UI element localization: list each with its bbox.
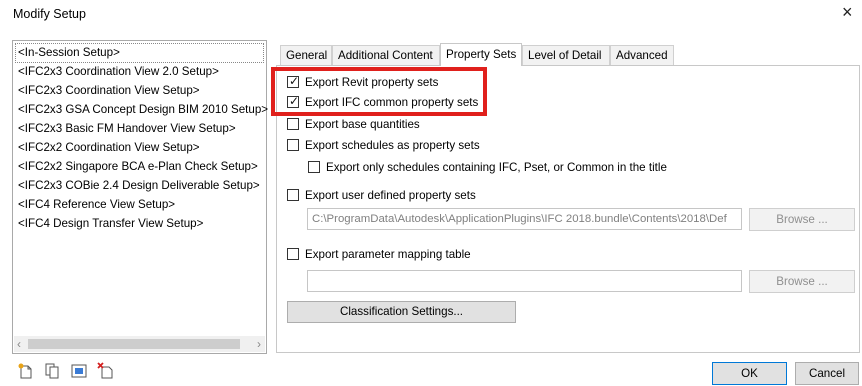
close-icon[interactable]: ×: [842, 2, 858, 22]
export-param-mapping-label: Export parameter mapping table: [305, 248, 471, 261]
export-base-quantities-checkbox[interactable]: [287, 118, 299, 130]
tab-additional-content[interactable]: Additional Content: [332, 45, 440, 65]
scrollbar-thumb[interactable]: [28, 339, 240, 349]
export-base-quantities-label: Export base quantities: [305, 118, 420, 131]
export-only-schedules-checkbox[interactable]: [308, 161, 320, 173]
setup-item[interactable]: <IFC2x3 Coordination View Setup>: [16, 82, 200, 100]
setup-item[interactable]: <IFC2x2 Singapore BCA e-Plan Check Setup…: [16, 158, 258, 176]
scroll-right-icon[interactable]: ›: [257, 337, 261, 351]
setup-item[interactable]: <IFC4 Design Transfer View Setup>: [16, 215, 203, 233]
export-schedules-checkbox[interactable]: [287, 139, 299, 151]
new-setup-icon[interactable]: [17, 362, 35, 380]
horizontal-scrollbar[interactable]: ‹ ›: [14, 336, 265, 352]
setup-item[interactable]: <IFC2x3 COBie 2.4 Design Deliverable Set…: [16, 177, 260, 195]
ok-button[interactable]: OK: [712, 362, 787, 385]
setup-item[interactable]: <IFC4 Reference View Setup>: [16, 196, 175, 214]
mapping-table-path-field[interactable]: [307, 270, 742, 292]
tab-level-of-detail[interactable]: Level of Detail: [522, 45, 610, 65]
export-only-schedules-option[interactable]: Export only schedules containing IFC, Ps…: [308, 160, 667, 176]
setup-item[interactable]: <IFC2x3 Basic FM Handover View Setup>: [16, 120, 236, 138]
export-user-defined-label: Export user defined property sets: [305, 189, 476, 202]
browse-mapping-button[interactable]: Browse ...: [749, 270, 855, 293]
delete-setup-icon[interactable]: [97, 362, 115, 380]
tab-property-sets[interactable]: Property Sets: [440, 43, 522, 66]
export-schedules-label: Export schedules as property sets: [305, 139, 480, 152]
browse-user-defined-button[interactable]: Browse ...: [749, 208, 855, 231]
scroll-left-icon[interactable]: ‹: [17, 337, 21, 351]
export-base-quantities-option[interactable]: Export base quantities: [287, 117, 420, 133]
classification-settings-button[interactable]: Classification Settings...: [287, 301, 516, 323]
user-defined-path-field[interactable]: C:\ProgramData\Autodesk\ApplicationPlugi…: [307, 208, 742, 230]
tab-general[interactable]: General: [280, 45, 332, 65]
export-param-mapping-option[interactable]: Export parameter mapping table: [287, 247, 471, 263]
export-param-mapping-checkbox[interactable]: [287, 248, 299, 260]
export-only-schedules-label: Export only schedules containing IFC, Ps…: [326, 161, 667, 174]
highlight-box: [271, 67, 487, 116]
export-user-defined-option[interactable]: Export user defined property sets: [287, 188, 476, 204]
cancel-button[interactable]: Cancel: [795, 362, 859, 385]
duplicate-setup-icon[interactable]: [43, 362, 61, 380]
tab-advanced[interactable]: Advanced: [610, 45, 674, 65]
export-user-defined-checkbox[interactable]: [287, 189, 299, 201]
window-title: Modify Setup: [13, 7, 86, 21]
setup-list[interactable]: <In-Session Setup> <IFC2x3 Coordination …: [12, 40, 268, 354]
rename-setup-icon[interactable]: [70, 362, 88, 380]
export-schedules-option[interactable]: Export schedules as property sets: [287, 138, 480, 154]
setup-item[interactable]: <IFC2x3 Coordination View 2.0 Setup>: [16, 63, 219, 81]
setup-item[interactable]: <IFC2x2 Coordination View Setup>: [16, 139, 200, 157]
setup-item[interactable]: <IFC2x3 GSA Concept Design BIM 2010 Setu…: [16, 101, 268, 119]
setup-item[interactable]: <In-Session Setup>: [15, 43, 264, 63]
